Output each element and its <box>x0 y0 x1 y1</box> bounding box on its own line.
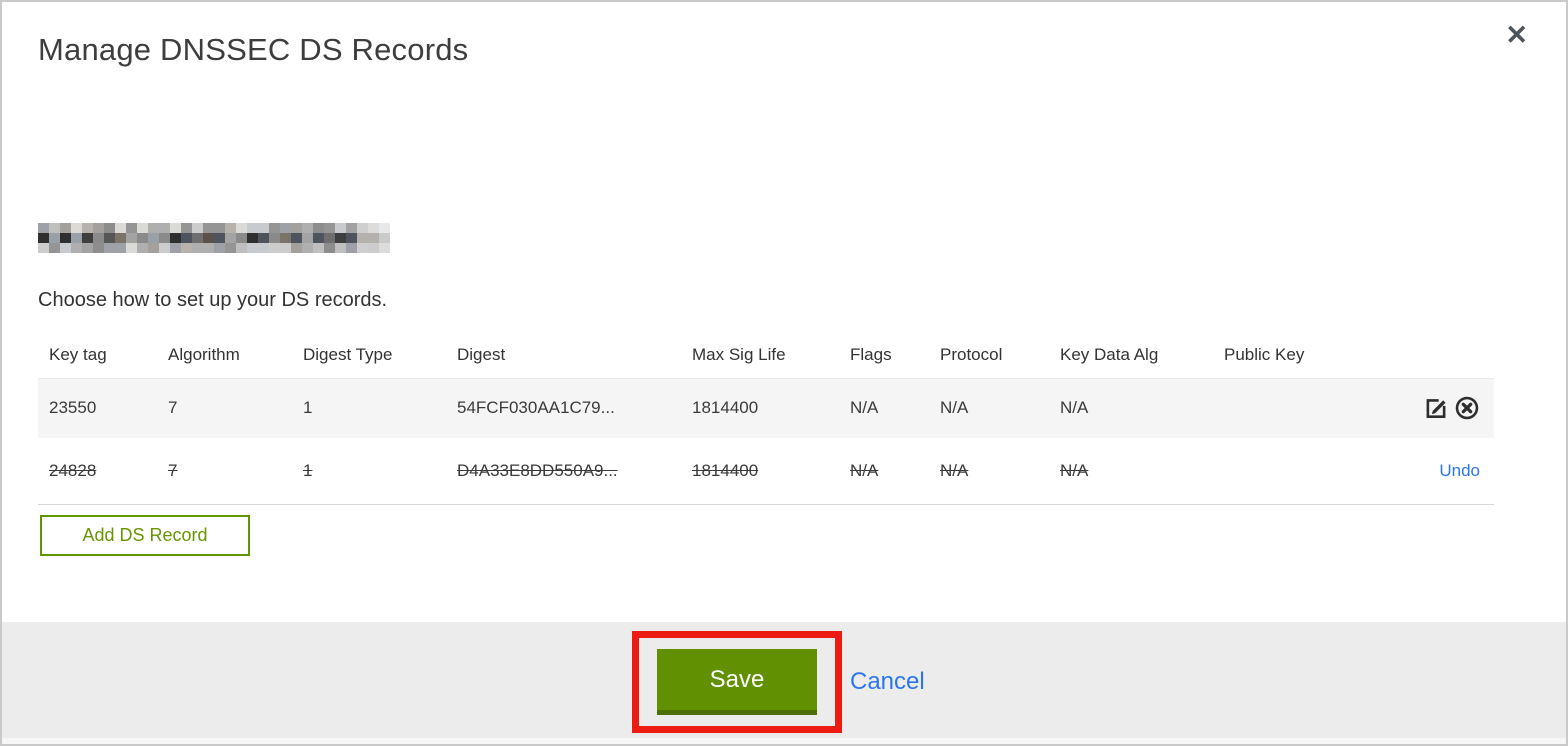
col-header-flags: Flags <box>850 344 892 364</box>
col-header-digest-type: Digest Type <box>303 344 393 364</box>
col-header-public-key: Public Key <box>1224 344 1305 364</box>
cell-algorithm: 7 <box>168 460 178 480</box>
cell-key-tag: 24828 <box>49 460 97 480</box>
page-behind-modal-strip <box>2 738 1566 744</box>
table-header-row: Key tag Algorithm Digest Type Digest Max… <box>38 332 1494 378</box>
edit-icon[interactable] <box>1423 395 1449 421</box>
cell-public-key <box>1213 378 1362 438</box>
cell-actions: Undo <box>1362 438 1494 504</box>
col-header-actions <box>1362 332 1494 378</box>
cell-protocol: N/A <box>940 460 969 480</box>
cell-key-tag: 23550 <box>49 398 97 418</box>
cell-actions <box>1362 378 1494 438</box>
cell-digest: D4A33E8DD550A9... <box>457 460 618 480</box>
col-header-key-tag: Key tag <box>49 344 107 364</box>
save-button[interactable]: Save <box>657 649 817 715</box>
table-row-deleted: 24828 7 1 D4A33E8DD550A9... 1814400 N/A … <box>38 438 1494 504</box>
cell-digest: 54FCF030AA1C79... <box>457 398 615 418</box>
add-ds-record-button[interactable]: Add DS Record <box>40 515 250 556</box>
cell-flags: N/A <box>850 398 879 418</box>
cell-key-data-alg: N/A <box>1060 460 1089 480</box>
delete-icon[interactable] <box>1454 395 1480 421</box>
cell-algorithm: 7 <box>168 398 178 418</box>
cell-protocol: N/A <box>940 398 969 418</box>
cell-public-key <box>1213 438 1362 504</box>
col-header-key-data-alg: Key Data Alg <box>1060 344 1159 364</box>
page-title: Manage DNSSEC DS Records <box>38 32 469 67</box>
col-header-protocol: Protocol <box>940 344 1003 364</box>
cell-max-sig-life: 1814400 <box>692 460 759 480</box>
cancel-link[interactable]: Cancel <box>850 668 925 696</box>
manage-dnssec-modal: { "modal": { "title": "Manage DNSSEC DS … <box>0 0 1568 746</box>
col-header-digest: Digest <box>457 344 506 364</box>
redacted-domain-name <box>38 223 390 253</box>
col-header-max-sig-life: Max Sig Life <box>692 344 786 364</box>
cell-digest-type: 1 <box>303 398 313 418</box>
cell-max-sig-life: 1814400 <box>692 398 759 418</box>
close-icon[interactable]: ✕ <box>1505 22 1528 49</box>
modal-footer: Save Cancel <box>2 622 1566 740</box>
table-row-active: 23550 7 1 54FCF030AA1C79... 1814400 N/A … <box>38 378 1494 438</box>
modal-content: Manage DNSSEC DS Records ✕ Choose how to… <box>2 2 1566 622</box>
undo-link[interactable]: Undo <box>1439 461 1480 480</box>
cell-flags: N/A <box>850 460 879 480</box>
cell-digest-type: 1 <box>303 460 313 480</box>
ds-records-table: Key tag Algorithm Digest Type Digest Max… <box>38 332 1494 505</box>
annotation-highlight-box: Save <box>632 631 842 733</box>
instruction-text: Choose how to set up your DS records. <box>38 289 388 311</box>
cell-key-data-alg: N/A <box>1060 398 1089 418</box>
col-header-algorithm: Algorithm <box>168 344 240 364</box>
